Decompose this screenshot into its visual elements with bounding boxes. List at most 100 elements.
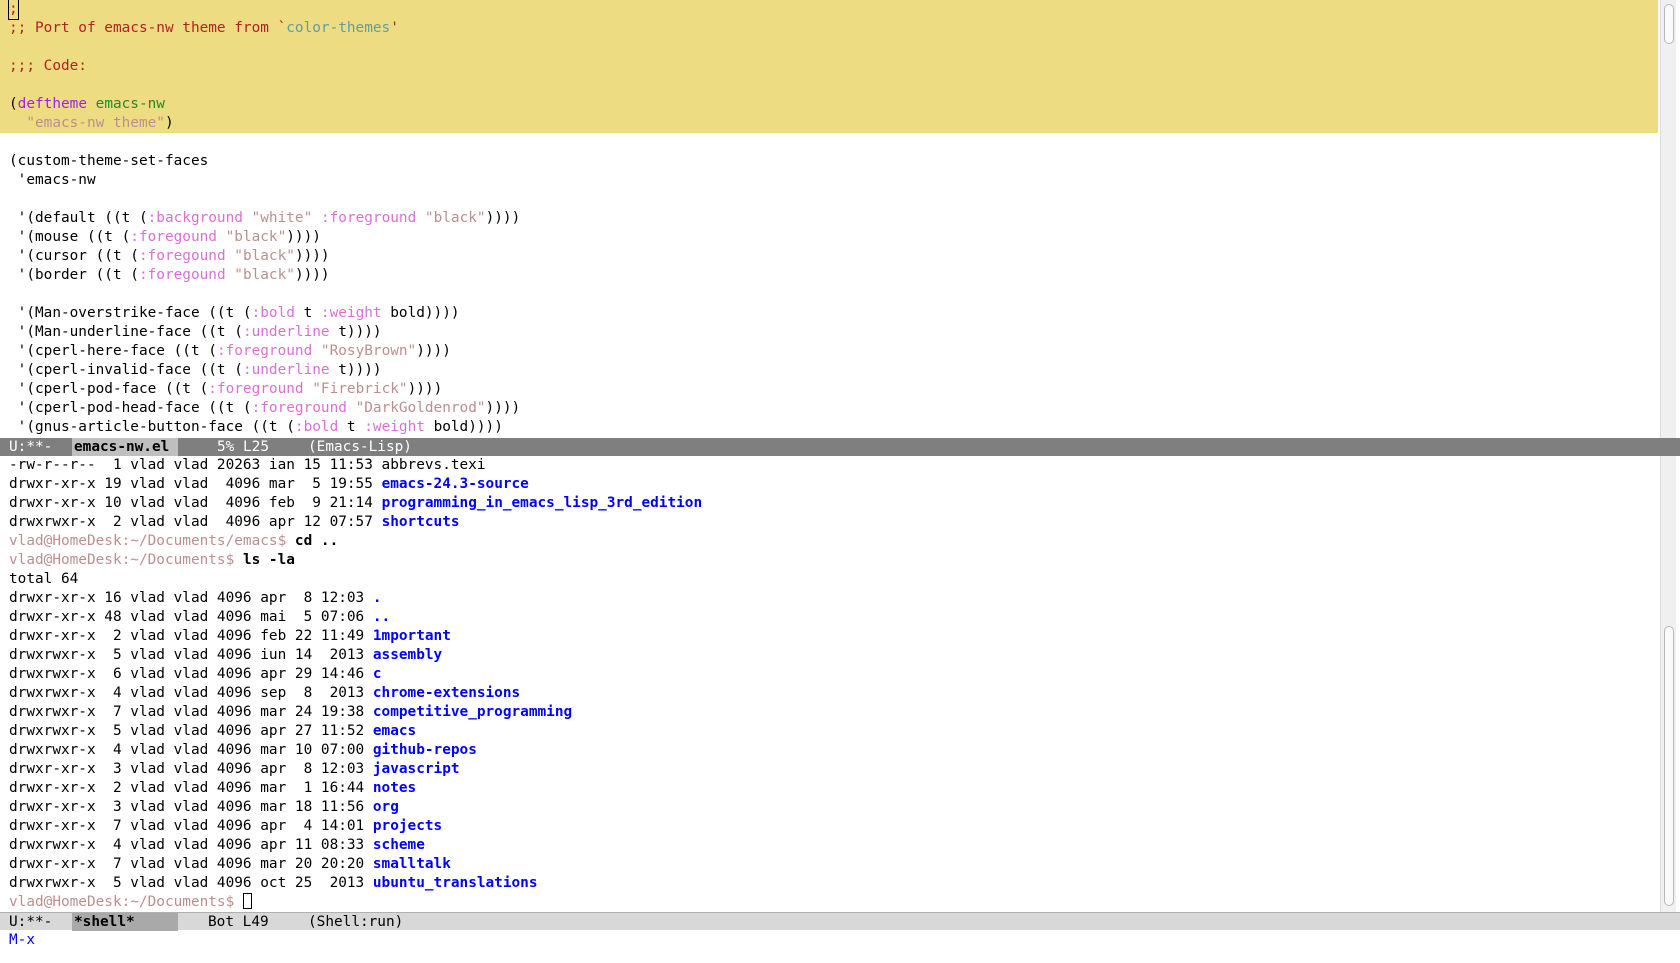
shell-token-dir[interactable]: 1mportant [373,628,451,644]
shell-line[interactable]: drwxrwxr-x 5 vlad vlad 4096 oct 25 2013 … [0,874,1658,893]
editor-scrollbar-thumb[interactable] [1664,4,1674,44]
code-line[interactable]: '(cperl-pod-head-face ((t (:foreground "… [0,399,1658,418]
shell-line[interactable]: drwxr-xr-x 3 vlad vlad 4096 apr 8 12:03 … [0,760,1658,779]
shell-token-dir[interactable]: ubuntu_translations [373,875,538,891]
shell-modeline-major-mode[interactable]: (Shell:run) [308,913,403,931]
minibuffer[interactable]: M-x [0,931,1680,949]
shell-line[interactable]: drwxr-xr-x 10 vlad vlad 4096 feb 9 21:14… [0,494,1658,513]
shell-token-dir[interactable]: programming_in_emacs_lisp_3rd_edition [382,495,703,511]
code-line[interactable]: (deftheme emacs-nw [0,95,1658,114]
code-token-plain: '(cperl-invalid-face ((t ( [9,362,243,378]
code-line[interactable]: '(border ((t (:foregound "black")))) [0,266,1658,285]
shell-line[interactable]: drwxrwxr-x 5 vlad vlad 4096 iun 14 2013 … [0,646,1658,665]
shell-token-dir[interactable]: shortcuts [382,514,460,530]
shell-line[interactable]: vlad@HomeDesk:~/Documents/emacs$ cd .. [0,532,1658,551]
editor-mode-line[interactable]: U:**- emacs-nw.el 5% L25 (Emacs-Lisp) [0,438,1680,456]
shell-modeline-buffer-name[interactable]: *shell* [72,913,178,931]
terminal-cursor [242,893,252,909]
shell-token-dir[interactable]: competitive_programming [373,704,572,720]
shell-line[interactable]: drwxr-xr-x 16 vlad vlad 4096 apr 8 12:03… [0,589,1658,608]
shell-token-cmd: cd .. [294,533,339,549]
shell-token-dir[interactable]: c [373,666,382,682]
shell-token-plain: drwxr-xr-x 3 vlad vlad 4096 mar 18 11:56 [9,799,373,815]
shell-token-dir[interactable]: chrome-extensions [373,685,520,701]
shell-token-plain: drwxrwxr-x 7 vlad vlad 4096 mar 24 19:38 [9,704,373,720]
editor-modeline-buffer-name[interactable]: emacs-nw.el [72,438,178,456]
shell-line[interactable]: drwxr-xr-x 7 vlad vlad 4096 apr 4 14:01 … [0,817,1658,836]
code-token-str: "black" [424,210,486,226]
code-line[interactable]: "emacs-nw theme") [0,114,1658,133]
code-line[interactable]: ;; Port of emacs-nw theme from `color-th… [0,19,1658,38]
shell-token-dir[interactable]: .. [373,609,390,625]
shell-token-plain: drwxr-xr-x 16 vlad vlad 4096 apr 8 12:03 [9,590,373,606]
shell-mode-line[interactable]: U:**- *shell* Bot L49 (Shell:run) [0,912,1680,931]
shell-token-dir[interactable]: . [373,590,382,606]
shell-line[interactable]: drwxrwxr-x 6 vlad vlad 4096 apr 29 14:46… [0,665,1658,684]
shell-token-dir[interactable]: notes [373,780,416,796]
code-line[interactable]: '(cperl-pod-face ((t (:foreground "Fireb… [0,380,1658,399]
shell-token-dir[interactable]: smalltalk [373,856,451,872]
code-line[interactable]: '(Man-overstrike-face ((t (:bold t :weig… [0,304,1658,323]
shell-line[interactable]: drwxr-xr-x 48 vlad vlad 4096 mai 5 07:06… [0,608,1658,627]
code-line[interactable]: '(cursor ((t (:foregound "black")))) [0,247,1658,266]
code-line[interactable] [0,76,1658,95]
code-line[interactable]: (custom-theme-set-faces [0,152,1658,171]
shell-token-dir[interactable]: scheme [373,837,425,853]
code-line[interactable]: '(mouse ((t (:foregound "black")))) [0,228,1658,247]
shell-line[interactable]: drwxr-xr-x 2 vlad vlad 4096 mar 1 16:44 … [0,779,1658,798]
code-line[interactable]: ; [0,0,1658,20]
shell-line[interactable]: drwxrwxr-x 2 vlad vlad 4096 apr 12 07:57… [0,513,1658,532]
code-token-kw: :weight [320,305,382,321]
code-line[interactable] [0,285,1658,304]
shell-token-dir[interactable]: assembly [373,647,442,663]
code-token-plain: '(mouse ((t ( [9,229,131,245]
shell-line[interactable]: drwxrwxr-x 5 vlad vlad 4096 apr 27 11:52… [0,722,1658,741]
code-line[interactable]: '(cperl-invalid-face ((t (:underline t))… [0,361,1658,380]
shell-line[interactable]: drwxrwxr-x 4 vlad vlad 4096 apr 11 08:33… [0,836,1658,855]
shell-line[interactable]: total 64 [0,570,1658,589]
shell-line[interactable]: drwxrwxr-x 4 vlad vlad 4096 mar 10 07:00… [0,741,1658,760]
code-line[interactable]: '(gnus-article-button-face ((t (:bold t … [0,418,1658,437]
shell-line[interactable]: drwxr-xr-x 19 vlad vlad 4096 mar 5 19:55… [0,475,1658,494]
shell-line[interactable]: vlad@HomeDesk:~/Documents$ [0,893,1658,912]
code-line[interactable] [0,190,1658,209]
shell-token-dir[interactable]: github-repos [373,742,477,758]
code-line[interactable]: '(default ((t (:background "white" :fore… [0,209,1658,228]
code-token-kw: :underline [242,362,330,378]
code-token-str: "DarkGoldenrod" [355,400,486,416]
shell-token-dir[interactable]: projects [373,818,442,834]
shell-line[interactable]: drwxr-xr-x 2 vlad vlad 4096 feb 22 11:49… [0,627,1658,646]
shell-token-dir[interactable]: org [373,799,399,815]
shell-line[interactable]: -rw-r--r-- 1 vlad vlad 20263 ian 15 11:5… [0,456,1658,475]
shell-window[interactable]: -rw-r--r-- 1 vlad vlad 20263 ian 15 11:5… [0,456,1658,912]
shell-scrollbar-thumb[interactable] [1664,626,1674,906]
shell-scrollbar[interactable] [1660,456,1676,912]
editor-modeline-major-mode[interactable]: (Emacs-Lisp) [308,438,412,456]
code-line[interactable]: 'emacs-nw [0,171,1658,190]
shell-line[interactable]: drwxr-xr-x 3 vlad vlad 4096 mar 18 11:56… [0,798,1658,817]
code-line[interactable]: '(Man-underline-face ((t (:underline t))… [0,323,1658,342]
shell-token-plain: drwxrwxr-x 4 vlad vlad 4096 apr 11 08:33 [9,837,373,853]
shell-line[interactable]: vlad@HomeDesk:~/Documents$ ls -la [0,551,1658,570]
shell-line[interactable]: drwxrwxr-x 4 vlad vlad 4096 sep 8 2013 c… [0,684,1658,703]
code-line[interactable] [0,133,1658,152]
code-line[interactable]: '(cperl-here-face ((t (:foreground "Rosy… [0,342,1658,361]
shell-token-dir[interactable]: javascript [373,761,460,777]
code-token-plain: t [338,419,365,435]
editor-window[interactable]: ;;; Port of emacs-nw theme from `color-t… [0,0,1658,438]
shell-line[interactable]: drwxrwxr-x 7 vlad vlad 4096 mar 24 19:38… [0,703,1658,722]
shell-token-dir[interactable]: emacs [373,723,416,739]
code-line[interactable]: ;;; Code: [0,57,1658,76]
code-token-func: emacs-nw [95,96,165,112]
shell-line[interactable]: drwxr-xr-x 7 vlad vlad 4096 mar 20 20:20… [0,855,1658,874]
code-token-plain: '(cperl-pod-head-face ((t ( [9,400,252,416]
shell-token-plain: drwxrwxr-x 5 vlad vlad 4096 apr 27 11:52 [9,723,373,739]
editor-scrollbar[interactable] [1660,0,1676,438]
editor-modeline-position: 5% L25 [217,439,269,455]
shell-token-dir[interactable]: emacs-24.3-source [382,476,529,492]
code-line[interactable] [0,38,1658,57]
